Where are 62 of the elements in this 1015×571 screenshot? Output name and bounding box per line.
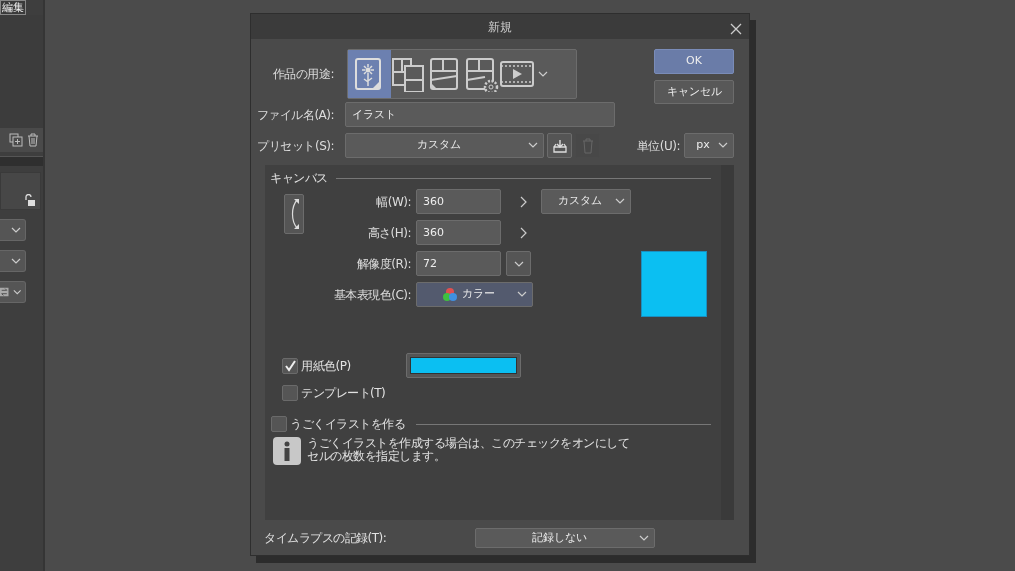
add-layer-icon (9, 133, 23, 147)
info-text: うごくイラストを作成する場合は、このチェックをオンにして (307, 437, 629, 450)
swap-size-button[interactable] (284, 194, 304, 234)
field-label: 基本表現色(C): (332, 286, 411, 304)
checkbox[interactable] (282, 385, 298, 401)
caret-icon (11, 258, 21, 264)
close-icon (730, 22, 742, 35)
caret-icon (538, 71, 548, 77)
width-field[interactable]: 360 (416, 189, 501, 214)
section-title: キャンバス (270, 170, 328, 187)
field-label: 作品の用途: (271, 66, 334, 83)
chevron-icon (519, 226, 527, 239)
size-preset-dropdown[interactable]: カスタム (541, 189, 631, 214)
preset-dropdown[interactable]: カスタム (345, 133, 544, 158)
checkbox-label: 用紙色(P) (301, 357, 352, 375)
window-title: 新規 (488, 18, 512, 36)
checkbox[interactable] (271, 416, 287, 432)
dropdown[interactable] (0, 250, 26, 272)
info-icon (273, 437, 301, 465)
caret-icon (517, 291, 527, 297)
purpose-button[interactable] (348, 50, 391, 98)
field-label: プリセット(S): (256, 137, 334, 155)
check-icon (284, 359, 296, 372)
comic-pages-icon (391, 56, 427, 92)
field-label: 単位(U): (636, 137, 680, 155)
field-label: 高さ(H): (366, 224, 411, 242)
info-text: セルの枚数を指定します。 (307, 450, 445, 463)
unit-dropdown[interactable]: px (684, 133, 734, 158)
checkbox-label: うごくイラストを作る (290, 416, 405, 433)
caret-icon (11, 227, 21, 233)
unlock-icon (24, 194, 36, 206)
caret-icon (639, 535, 649, 541)
trash-icon (27, 133, 39, 147)
resolution-dropdown[interactable] (506, 251, 531, 276)
field-label: 幅(W): (375, 193, 411, 211)
caret-icon (513, 260, 524, 267)
save-preset-button[interactable] (547, 133, 572, 158)
height-field[interactable]: 360 (416, 220, 501, 245)
caret-icon (528, 142, 538, 148)
caret-icon (12, 289, 21, 295)
repeat-icon (0, 287, 9, 297)
ok-button[interactable]: OK (654, 49, 734, 74)
cancel-button[interactable]: キャンセル (654, 80, 734, 104)
chevron-icon (519, 195, 527, 208)
field-label: タイムラプスの記録(T): (264, 530, 388, 547)
panel-tab[interactable]: 編集 (0, 0, 26, 15)
field-label: ファイル名(A): (255, 106, 334, 124)
timelapse-dropdown[interactable]: 記録しない (475, 528, 655, 548)
dropdown[interactable] (0, 281, 26, 303)
tray-icon (551, 137, 568, 154)
page-gear-icon (463, 56, 499, 92)
color-mode-dropdown[interactable]: カラー (416, 282, 533, 307)
caret-icon (718, 142, 728, 148)
resolution-field[interactable]: 72 (416, 251, 501, 276)
checkbox[interactable] (282, 357, 298, 374)
field-label: 解像度(R): (355, 255, 411, 273)
trash-icon (581, 137, 594, 154)
file-name-field[interactable]: イラスト (345, 102, 615, 127)
caret-icon (615, 198, 625, 204)
color-circles-icon (442, 286, 458, 303)
dropdown[interactable] (0, 219, 26, 241)
checkbox-label: テンプレート(T) (301, 385, 386, 402)
